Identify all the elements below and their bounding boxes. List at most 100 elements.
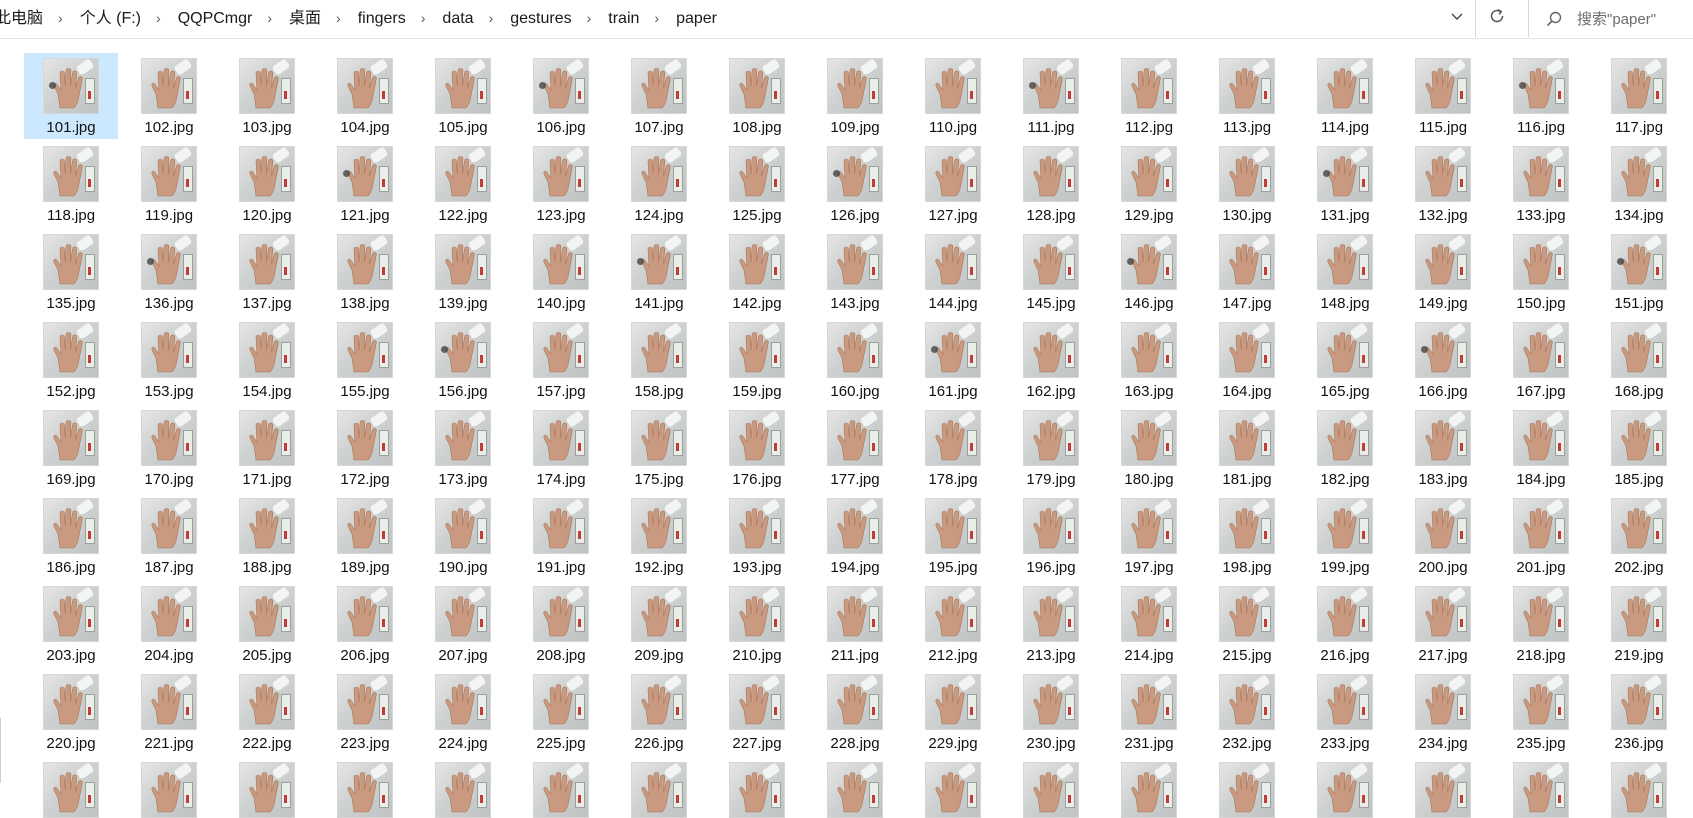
file-item[interactable]: 106.jpg	[514, 53, 608, 139]
file-item[interactable]: 153.jpg	[122, 317, 216, 403]
file-item[interactable]: 225.jpg	[514, 669, 608, 755]
file-item[interactable]	[1396, 757, 1490, 818]
file-item[interactable]	[220, 757, 314, 818]
file-item[interactable]: 156.jpg	[416, 317, 510, 403]
file-item[interactable]	[1102, 757, 1196, 818]
file-item[interactable]: 129.jpg	[1102, 141, 1196, 227]
file-item[interactable]: 177.jpg	[808, 405, 902, 491]
file-item[interactable]: 236.jpg	[1592, 669, 1686, 755]
file-item[interactable]: 188.jpg	[220, 493, 314, 579]
file-item[interactable]: 109.jpg	[808, 53, 902, 139]
file-item[interactable]: 180.jpg	[1102, 405, 1196, 491]
file-item[interactable]: 227.jpg	[710, 669, 804, 755]
chevron-right-icon[interactable]: ›	[146, 0, 173, 37]
file-item[interactable]	[24, 757, 118, 818]
breadcrumb-item[interactable]: 此电脑	[0, 0, 48, 37]
file-item[interactable]: 137.jpg	[220, 229, 314, 315]
file-item[interactable]: 224.jpg	[416, 669, 510, 755]
breadcrumb-item[interactable]: fingers	[353, 0, 411, 37]
file-item[interactable]: 141.jpg	[612, 229, 706, 315]
file-item[interactable]: 167.jpg	[1494, 317, 1588, 403]
file-item[interactable]: 214.jpg	[1102, 581, 1196, 667]
address-bar[interactable]: 此电脑›个人 (F:)›QQPCmgr›桌面›fingers›data›gest…	[0, 0, 1476, 37]
file-item[interactable]: 231.jpg	[1102, 669, 1196, 755]
file-item[interactable]: 195.jpg	[906, 493, 1000, 579]
file-item[interactable]: 126.jpg	[808, 141, 902, 227]
file-item[interactable]: 149.jpg	[1396, 229, 1490, 315]
file-item[interactable]: 163.jpg	[1102, 317, 1196, 403]
file-item[interactable]	[514, 757, 608, 818]
file-item[interactable]: 114.jpg	[1298, 53, 1392, 139]
file-item[interactable]	[318, 757, 412, 818]
search-box[interactable]: 搜索"paper"	[1528, 0, 1692, 37]
file-item[interactable]: 220.jpg	[24, 669, 118, 755]
file-item[interactable]: 146.jpg	[1102, 229, 1196, 315]
file-item[interactable]: 161.jpg	[906, 317, 1000, 403]
file-item[interactable]: 102.jpg	[122, 53, 216, 139]
breadcrumb-item[interactable]: paper	[671, 0, 722, 37]
breadcrumb-item[interactable]: data	[437, 0, 478, 37]
file-item[interactable]: 212.jpg	[906, 581, 1000, 667]
file-item[interactable]: 147.jpg	[1200, 229, 1294, 315]
file-item[interactable]: 136.jpg	[122, 229, 216, 315]
file-item[interactable]: 116.jpg	[1494, 53, 1588, 139]
file-item[interactable]: 173.jpg	[416, 405, 510, 491]
file-item[interactable]: 154.jpg	[220, 317, 314, 403]
file-item[interactable]	[808, 757, 902, 818]
file-item[interactable]: 134.jpg	[1592, 141, 1686, 227]
file-item[interactable]: 107.jpg	[612, 53, 706, 139]
file-item[interactable]	[1200, 757, 1294, 818]
file-item[interactable]: 150.jpg	[1494, 229, 1588, 315]
file-item[interactable]: 155.jpg	[318, 317, 412, 403]
file-item[interactable]: 142.jpg	[710, 229, 804, 315]
file-item[interactable]: 175.jpg	[612, 405, 706, 491]
file-item[interactable]: 215.jpg	[1200, 581, 1294, 667]
file-item[interactable]: 135.jpg	[24, 229, 118, 315]
file-item[interactable]: 166.jpg	[1396, 317, 1490, 403]
file-item[interactable]: 223.jpg	[318, 669, 412, 755]
file-item[interactable]: 221.jpg	[122, 669, 216, 755]
search-input[interactable]: 搜索"paper"	[1577, 8, 1656, 29]
file-item[interactable]: 200.jpg	[1396, 493, 1490, 579]
file-item[interactable]	[906, 757, 1000, 818]
file-item[interactable]: 117.jpg	[1592, 53, 1686, 139]
breadcrumb-item[interactable]: 桌面	[284, 0, 326, 37]
file-item[interactable]: 174.jpg	[514, 405, 608, 491]
file-item[interactable]: 118.jpg	[24, 141, 118, 227]
file-item[interactable]: 115.jpg	[1396, 53, 1490, 139]
file-item[interactable]: 145.jpg	[1004, 229, 1098, 315]
file-item[interactable]: 164.jpg	[1200, 317, 1294, 403]
chevron-right-icon[interactable]: ›	[326, 0, 353, 37]
file-item[interactable]: 218.jpg	[1494, 581, 1588, 667]
file-item[interactable]: 179.jpg	[1004, 405, 1098, 491]
file-item[interactable]: 108.jpg	[710, 53, 804, 139]
file-item[interactable]: 228.jpg	[808, 669, 902, 755]
file-item[interactable]: 158.jpg	[612, 317, 706, 403]
file-item[interactable]	[122, 757, 216, 818]
file-item[interactable]: 152.jpg	[24, 317, 118, 403]
chevron-right-icon[interactable]: ›	[644, 0, 671, 37]
file-item[interactable]: 232.jpg	[1200, 669, 1294, 755]
file-item[interactable]	[1298, 757, 1392, 818]
chevron-right-icon[interactable]: ›	[411, 0, 438, 37]
file-item[interactable]: 205.jpg	[220, 581, 314, 667]
file-item[interactable]: 189.jpg	[318, 493, 412, 579]
file-item[interactable]: 184.jpg	[1494, 405, 1588, 491]
chevron-right-icon[interactable]: ›	[577, 0, 604, 37]
file-item[interactable]: 226.jpg	[612, 669, 706, 755]
file-item[interactable]: 217.jpg	[1396, 581, 1490, 667]
file-item[interactable]: 144.jpg	[906, 229, 1000, 315]
file-item[interactable]: 230.jpg	[1004, 669, 1098, 755]
file-item[interactable]	[1494, 757, 1588, 818]
file-item[interactable]: 229.jpg	[906, 669, 1000, 755]
file-item[interactable]: 165.jpg	[1298, 317, 1392, 403]
file-item[interactable]: 208.jpg	[514, 581, 608, 667]
file-item[interactable]	[612, 757, 706, 818]
file-item[interactable]: 151.jpg	[1592, 229, 1686, 315]
file-item[interactable]: 196.jpg	[1004, 493, 1098, 579]
breadcrumb-item[interactable]: 个人 (F:)	[75, 0, 146, 37]
file-item[interactable]: 210.jpg	[710, 581, 804, 667]
chevron-right-icon[interactable]: ›	[257, 0, 284, 37]
file-item[interactable]: 111.jpg	[1004, 53, 1098, 139]
file-item[interactable]: 183.jpg	[1396, 405, 1490, 491]
